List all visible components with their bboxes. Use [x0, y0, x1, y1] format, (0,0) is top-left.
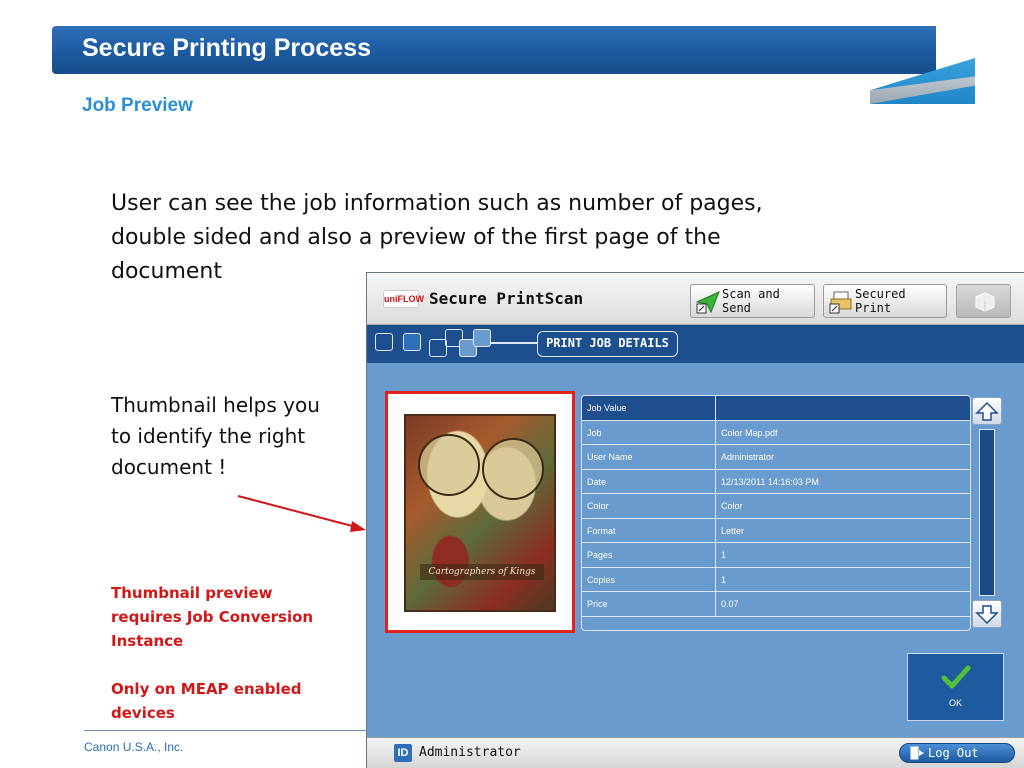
row-key: Price: [582, 592, 716, 616]
table-row: Copies 1: [582, 567, 970, 592]
note-conversion: Thumbnail preview requires Job Conversio…: [111, 584, 314, 650]
pointer-arrow: [237, 495, 366, 532]
thumbnail-text: Thumbnail helps you to identify the righ…: [111, 393, 320, 479]
device-footer: ID Administrator Log Out: [367, 737, 1024, 768]
breadcrumb-bar: PRINT JOB DETAILS: [367, 325, 1024, 363]
table-row: Color Color: [582, 494, 970, 519]
row-value: Color: [721, 501, 743, 511]
arrow-up-icon: [975, 401, 999, 421]
table-row: Pages 1: [582, 543, 970, 568]
table-row: Price 0.07: [582, 592, 970, 617]
box-icon: [975, 292, 995, 312]
row-key: Date: [582, 469, 716, 493]
globe-left-icon: [418, 434, 480, 496]
row-value: 12/13/2011 14:16:03 PM: [721, 476, 819, 487]
breadcrumb-step-icon: [375, 333, 393, 351]
row-key: Pages: [582, 543, 716, 567]
row-value: Letter: [721, 525, 745, 536]
row-value: 1: [721, 574, 727, 585]
uniflow-logo: uniFLOW: [383, 290, 424, 308]
table-header-key: Job Value: [582, 396, 716, 420]
slide-subtitle: Job Preview: [82, 95, 193, 116]
secured-print-button[interactable]: Secured Print: [823, 284, 947, 318]
scroll-up-button[interactable]: [972, 397, 1002, 425]
footer-company: Canon U.S.A., Inc.: [84, 740, 184, 754]
ok-label: OK: [948, 698, 962, 708]
row-key: Format: [582, 518, 716, 542]
row-value: 0.07: [721, 599, 739, 609]
document-thumbnail[interactable]: Cartographers of Kings: [385, 391, 575, 633]
breadcrumb-print-job-details[interactable]: PRINT JOB DETAILS: [537, 331, 678, 357]
checkmark-icon: [941, 665, 971, 689]
table-row: Date 12/13/2011 14:16:03 PM: [582, 469, 970, 494]
device-home-button[interactable]: [956, 284, 1011, 318]
map-preview-image: Cartographers of Kings: [404, 414, 556, 612]
scan-send-button[interactable]: Scan and Send: [690, 284, 815, 318]
id-badge-icon: ID: [394, 744, 412, 762]
row-key: Color: [582, 494, 716, 518]
table-row: Format Letter: [582, 518, 970, 543]
device-header: uniFLOW Secure PrintScan Scan and Send S…: [367, 273, 1024, 325]
logout-label: Log Out: [928, 746, 979, 760]
table-row: User Name Administrator: [582, 445, 970, 470]
row-key: Copies: [582, 567, 716, 591]
table-header: Job Value: [582, 396, 970, 421]
ok-button[interactable]: OK: [907, 653, 1004, 721]
row-value: 1: [721, 550, 727, 560]
slide-title: Secure Printing Process: [82, 34, 372, 62]
app-title: Secure PrintScan: [429, 289, 584, 308]
printer-icon: [829, 291, 852, 314]
thumbnail-caption: Cartographers of Kings: [420, 564, 544, 580]
row-value: Color Map.pdf: [721, 427, 778, 438]
device-screen: uniFLOW Secure PrintScan Scan and Send S…: [366, 272, 1024, 768]
scan-send-label: Scan and Send: [722, 287, 780, 315]
secured-print-label: Secured Print: [855, 287, 906, 315]
breadcrumb-connector: [491, 342, 537, 344]
table-row: Job Color Map.pdf: [582, 420, 970, 445]
row-value: Administrator: [721, 452, 775, 462]
logout-button[interactable]: Log Out: [899, 743, 1015, 763]
job-details-table: Job Value Job Color Map.pdf User Name Ad…: [581, 395, 971, 631]
scrollbar-track[interactable]: [979, 429, 995, 596]
paper-plane-icon: [696, 291, 720, 314]
globe-right-icon: [482, 438, 544, 500]
logged-in-user: Administrator: [419, 745, 521, 760]
breadcrumb-step-icon: [403, 333, 421, 351]
footer-divider: [84, 730, 374, 731]
row-key: Job: [582, 420, 716, 444]
table-header-value: [716, 396, 970, 420]
logout-icon: [910, 746, 924, 760]
breadcrumb-step-icon: [473, 329, 491, 347]
scroll-down-button[interactable]: [972, 600, 1002, 628]
arrow-down-icon: [975, 605, 999, 625]
row-key: User Name: [582, 445, 716, 469]
note-meap: Only on MEAP enabled devices: [111, 680, 302, 722]
